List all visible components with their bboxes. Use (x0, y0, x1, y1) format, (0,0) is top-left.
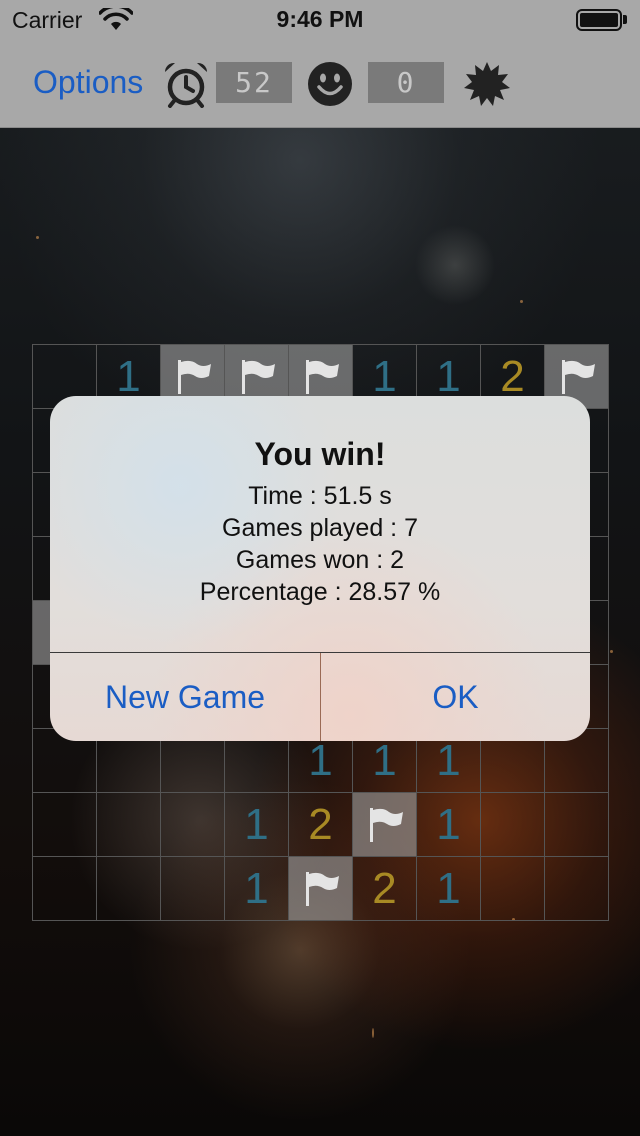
board-cell[interactable] (97, 793, 161, 857)
cell-number: 2 (308, 799, 333, 849)
board-cell[interactable]: 2 (353, 857, 417, 921)
board-cell[interactable]: 1 (225, 857, 289, 921)
flag-icon (241, 359, 275, 394)
board-cell[interactable] (481, 793, 545, 857)
flag-icon (369, 807, 403, 842)
mine-icon (464, 62, 510, 106)
background-speck (520, 300, 523, 303)
timer-display: 52 (216, 62, 292, 103)
mine-counter: 0 (368, 62, 444, 103)
battery-tip (623, 15, 627, 24)
board-cell[interactable]: 1 (417, 793, 481, 857)
alert-games-won-line: Games won : 2 (235, 546, 405, 574)
status-time: 9:46 PM (276, 6, 364, 32)
board-cell[interactable] (161, 793, 225, 857)
background-speck (372, 1028, 374, 1038)
cell-number: 1 (116, 351, 141, 401)
alert-percentage-line: Percentage : 28.57 % (199, 578, 441, 606)
board-cell[interactable]: 2 (289, 793, 353, 857)
flag-icon (305, 871, 339, 906)
cell-number: 1 (436, 735, 461, 785)
status-bar: Carrier 9:46 PM (0, 0, 640, 40)
cell-number: 1 (372, 351, 397, 401)
cell-number: 1 (244, 863, 269, 913)
board-cell[interactable] (545, 793, 609, 857)
cell-number: 1 (372, 735, 397, 785)
cell-number: 1 (436, 863, 461, 913)
alarm-clock-icon (164, 62, 208, 108)
background-speck (36, 236, 39, 239)
cell-number: 1 (436, 351, 461, 401)
cell-number: 1 (308, 735, 333, 785)
board-cell[interactable] (545, 857, 609, 921)
flag-icon (305, 359, 339, 394)
smiley-icon[interactable] (306, 60, 354, 108)
win-alert-dialog: You win! Time : 51.5 s Games played : 7 … (50, 396, 590, 741)
cell-number: 2 (372, 863, 397, 913)
flag-icon (177, 359, 211, 394)
board-cell[interactable] (161, 857, 225, 921)
alert-title: You win! (254, 436, 386, 472)
cell-number: 1 (436, 799, 461, 849)
board-cell[interactable] (289, 857, 353, 921)
board-cell[interactable]: 1 (225, 793, 289, 857)
cell-number: 2 (500, 351, 525, 401)
alert-games-played-line: Games played : 7 (222, 514, 418, 542)
options-button[interactable]: Options (33, 64, 143, 101)
alert-time-line: Time : 51.5 s (248, 482, 392, 510)
flag-icon (561, 359, 595, 394)
background-speck (610, 650, 613, 653)
board-cell[interactable] (33, 857, 97, 921)
new-game-button[interactable]: New Game (50, 653, 320, 741)
ok-button[interactable]: OK (321, 653, 590, 741)
board-cell[interactable] (353, 793, 417, 857)
cell-number: 1 (244, 799, 269, 849)
board-cell[interactable] (33, 793, 97, 857)
board-cell[interactable]: 1 (417, 857, 481, 921)
battery-icon (576, 9, 622, 31)
board-cell[interactable] (97, 857, 161, 921)
board-cell[interactable] (481, 857, 545, 921)
game-toolbar: Options 52 0 (0, 40, 640, 128)
